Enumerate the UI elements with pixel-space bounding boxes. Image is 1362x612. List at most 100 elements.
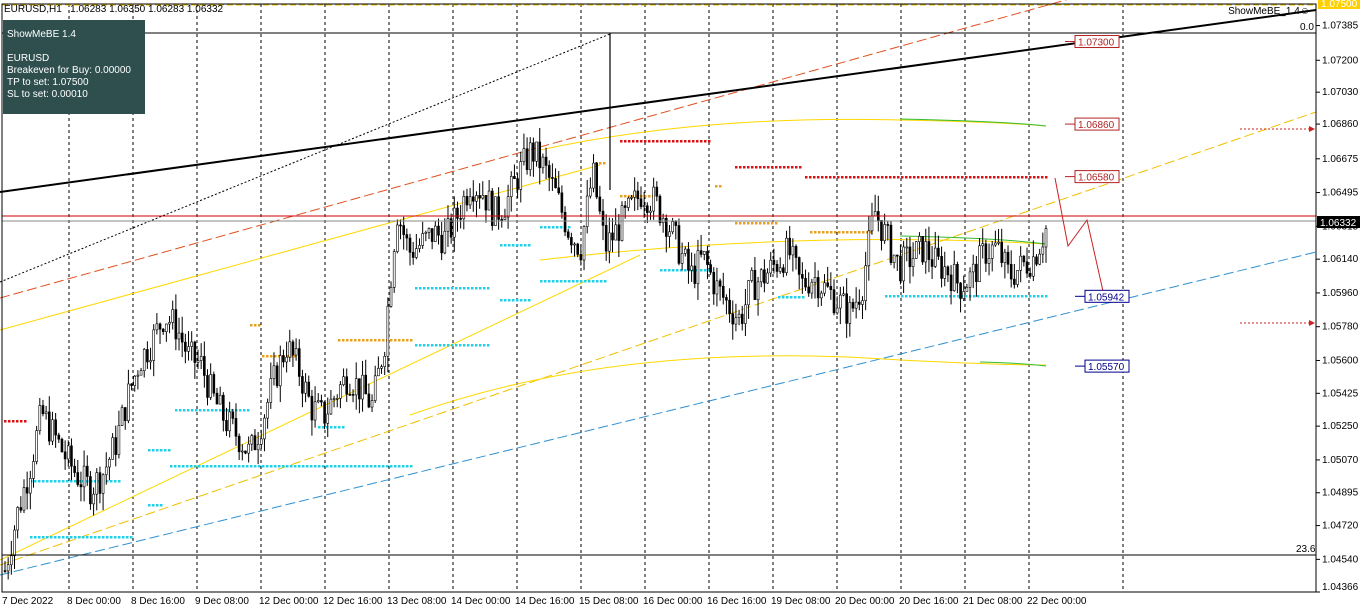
support-dot: [1045, 295, 1048, 298]
candle-body: [278, 355, 282, 387]
candle-body: [301, 376, 304, 394]
candle-body: [209, 374, 212, 398]
mid-dot: [394, 339, 397, 342]
support-dot: [901, 295, 904, 298]
support-dot: [34, 536, 37, 539]
resistance-dot: [8, 420, 11, 423]
support-dot: [508, 299, 511, 302]
support-dot: [182, 465, 185, 468]
support-dot: [330, 465, 333, 468]
info-panel[interactable]: ShowMeBE 1.4 EURUSD Breakeven for Buy: 0…: [3, 20, 145, 114]
candle-body: [16, 507, 19, 531]
candle-body: [636, 190, 640, 200]
resistance-dot: [640, 140, 643, 143]
candle-body: [674, 221, 678, 226]
support-dot: [366, 465, 369, 468]
ohlc-values: 1.06283 1.06350 1.06283 1.06332: [70, 4, 224, 15]
support-dot: [230, 465, 233, 468]
support-dot: [487, 287, 490, 290]
candle-body: [585, 195, 589, 227]
mid-dot: [354, 339, 357, 342]
candle-body: [10, 555, 13, 566]
candle-body: [557, 187, 561, 194]
candle-body: [655, 186, 659, 197]
resistance-dot: [909, 176, 912, 179]
candle-body: [946, 266, 950, 276]
candle-body: [247, 443, 250, 454]
price-label: 1.06140: [1322, 254, 1359, 265]
candle-body: [630, 197, 633, 199]
support-dot: [106, 536, 109, 539]
resistance-dot: [700, 140, 703, 143]
support-dot: [552, 280, 555, 283]
candle-body: [807, 286, 810, 294]
support-dot: [524, 299, 527, 302]
candle-body: [930, 259, 934, 267]
candle-body: [693, 265, 697, 284]
resistance-dot: [929, 176, 932, 179]
support-dot: [203, 409, 206, 412]
info-tp: TP to set: 1.07500: [7, 77, 89, 88]
support-dot: [110, 480, 113, 483]
resistance-dot: [885, 176, 888, 179]
chart-window[interactable]: 7 Dec 2022 8 Dec 00:00 8 Dec 16:00 9 Dec 08…: [0, 0, 1362, 612]
candle-body: [310, 395, 314, 421]
support-dot: [94, 536, 97, 539]
candle-body: [978, 245, 981, 282]
candle-body: [690, 265, 693, 271]
support-dot: [179, 409, 182, 412]
support-dot: [66, 536, 69, 539]
candle-body: [101, 474, 105, 494]
candle-body: [775, 264, 779, 272]
resistance-dot: [841, 176, 844, 179]
candle-body: [282, 355, 285, 363]
candle-body: [114, 437, 118, 455]
price-chart[interactable]: 7 Dec 2022 8 Dec 00:00 8 Dec 16:00 9 Dec 08…: [0, 0, 1362, 612]
candle-body: [63, 451, 67, 460]
support-dot: [596, 280, 599, 283]
mid-dot: [366, 339, 369, 342]
support-dot: [86, 536, 89, 539]
time-label: 20 Dec 00:00: [835, 596, 895, 607]
candle-body: [35, 430, 38, 462]
candle-body: [66, 445, 70, 460]
candle-body: [396, 224, 399, 252]
support-dot: [897, 295, 900, 298]
candle-body: [364, 374, 368, 395]
support-dot: [326, 465, 329, 468]
price-label: 1.05780: [1322, 322, 1359, 333]
candle-body: [522, 148, 526, 162]
candle-body: [377, 368, 380, 377]
candle-body: [266, 402, 269, 419]
candle-body: [744, 304, 747, 324]
candle-body: [380, 366, 383, 369]
candle-body: [503, 216, 507, 220]
candle-body: [801, 274, 804, 279]
resistance-dot: [937, 176, 940, 179]
axes: 7 Dec 2022 8 Dec 00:00 8 Dec 16:00 9 Dec 08…: [1, 3, 1359, 607]
candle-body: [671, 221, 674, 233]
resistance-dot: [961, 176, 964, 179]
support-dot: [504, 244, 507, 247]
candle-body: [997, 241, 1000, 244]
candle-body: [487, 190, 491, 211]
support-dot: [548, 226, 551, 229]
candle-body: [351, 394, 355, 396]
support-dot: [306, 465, 309, 468]
resistance-dot: [973, 176, 976, 179]
resistance-dot: [953, 176, 956, 179]
support-dot: [504, 299, 507, 302]
resistance-dot: [1025, 176, 1028, 179]
support-dot: [1033, 295, 1036, 298]
support-dot: [398, 465, 401, 468]
candle-body: [623, 205, 627, 208]
candle-body: [85, 465, 89, 477]
support-dot: [953, 295, 956, 298]
support-dot: [210, 465, 213, 468]
support-dot: [459, 344, 462, 347]
support-dot: [471, 287, 474, 290]
candle-body: [680, 253, 684, 264]
support-dot: [664, 269, 667, 272]
support-dot: [342, 465, 345, 468]
mid-dot: [358, 339, 361, 342]
